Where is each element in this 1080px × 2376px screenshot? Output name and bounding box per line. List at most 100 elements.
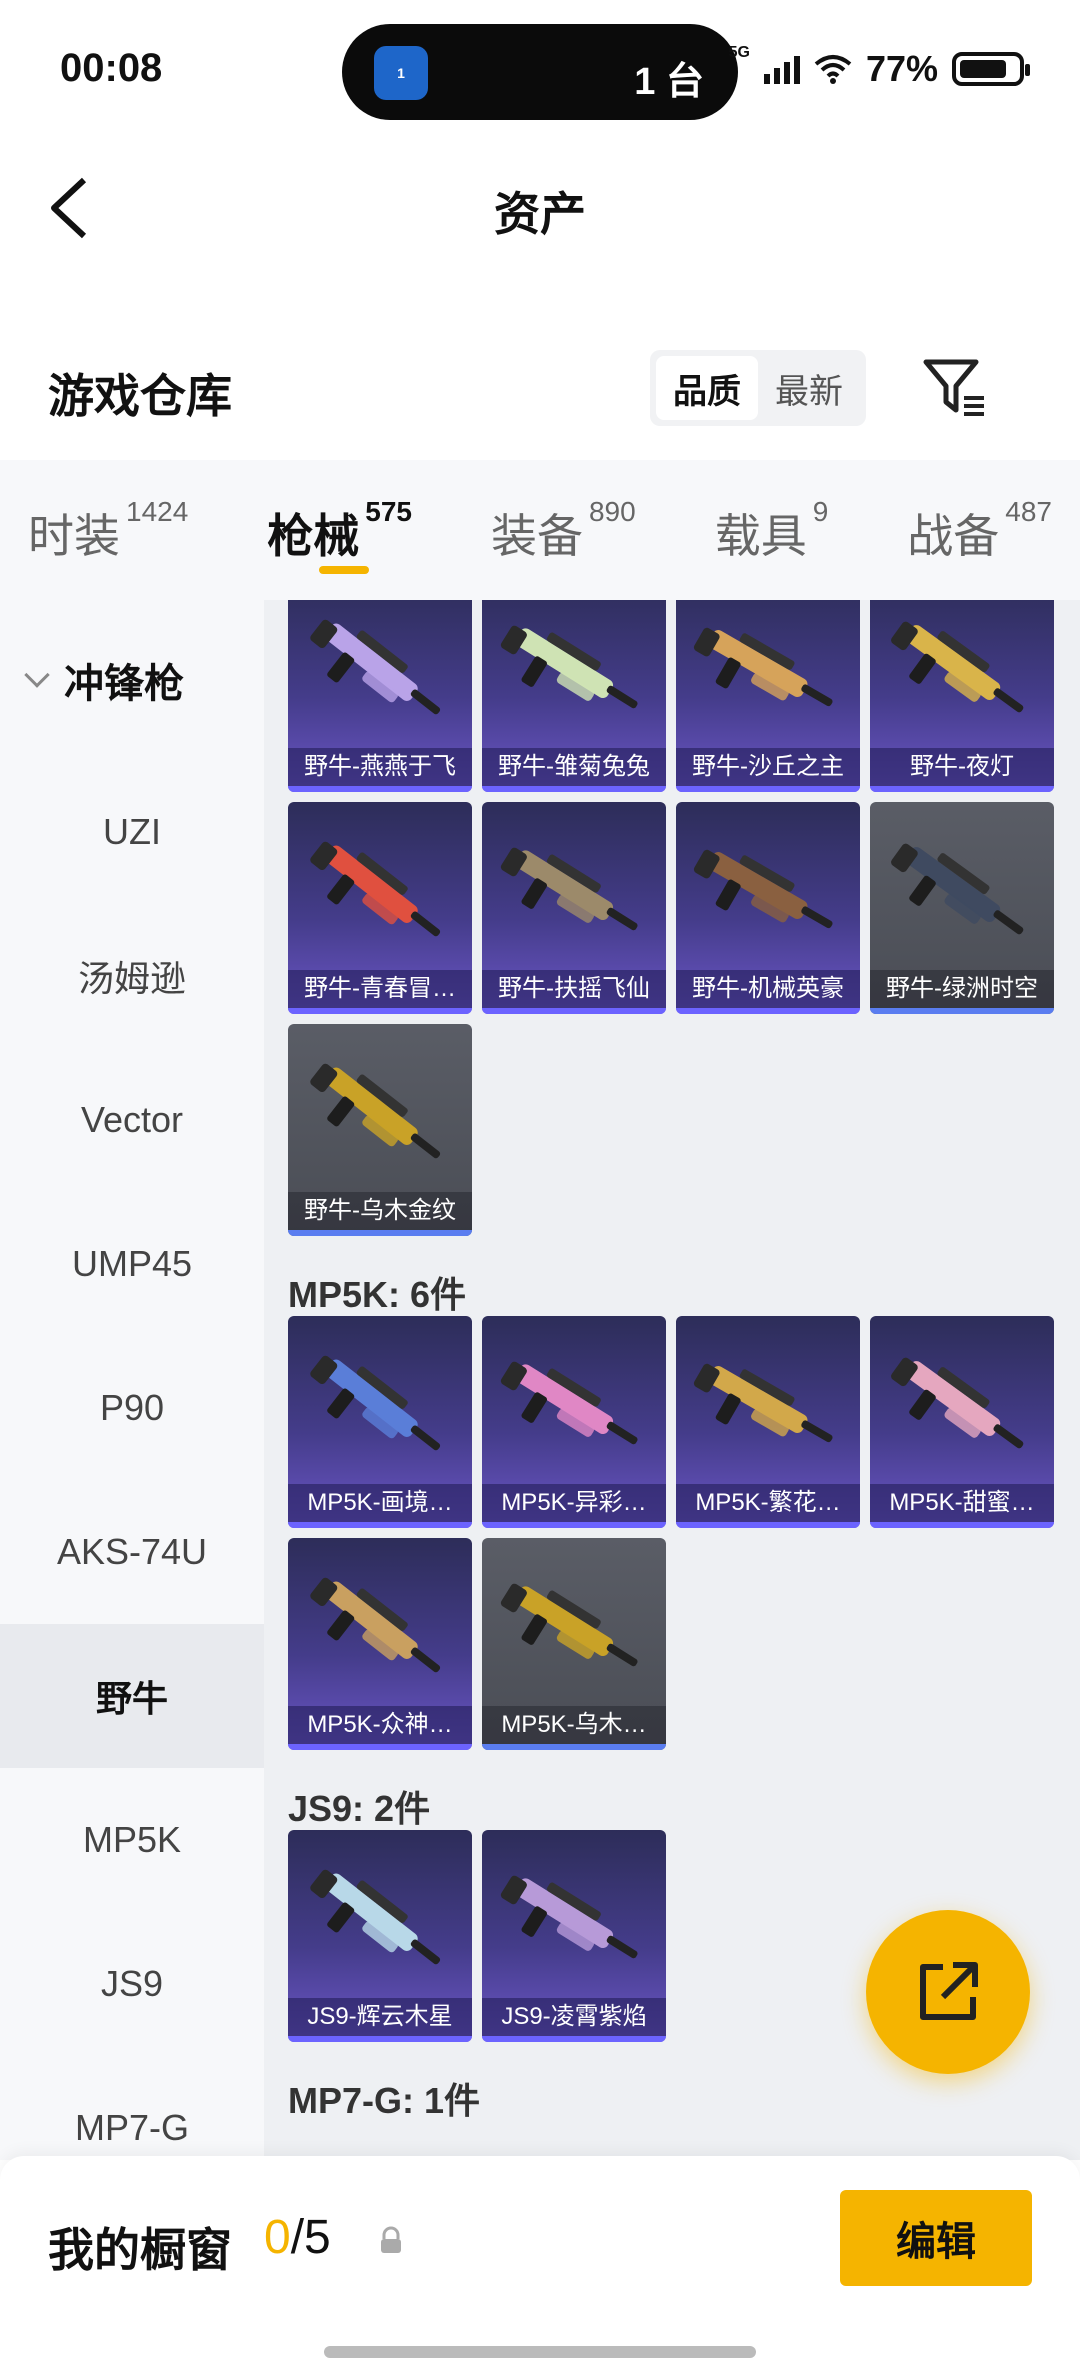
rarity-bar — [676, 1008, 860, 1014]
skin-card[interactable]: 野牛-燕燕于飞 — [288, 600, 472, 792]
skin-name: MP5K-甜蜜… — [870, 1484, 1054, 1522]
rarity-bar — [482, 2036, 666, 2042]
rarity-bar — [288, 1522, 472, 1528]
share-button[interactable] — [866, 1910, 1030, 2074]
section-title: MP5K: 6件 — [288, 1274, 467, 1315]
rarity-bar — [482, 786, 666, 792]
warehouse-title: 游戏仓库 — [48, 370, 232, 422]
battery-icon — [952, 52, 1030, 86]
skin-name: 野牛-扶摇飞仙 — [482, 970, 666, 1008]
tab-label: 枪械 — [267, 510, 360, 562]
sidebar-item-js9[interactable]: JS9 — [0, 1912, 264, 2056]
skin-grid: MP5K-画境… MP5K-异彩… MP5K-繁花… MP5K-甜蜜… MP5K… — [288, 1316, 1054, 1750]
sidebar-item-p90[interactable]: P90 — [0, 1336, 264, 1480]
rarity-bar — [676, 1522, 860, 1528]
tab-count: 1424 — [126, 496, 189, 527]
network-type: 5G — [728, 44, 750, 61]
showcase-bar: 我的橱窗 0/5 编辑 — [0, 2156, 1080, 2376]
sidebar-item-thompson[interactable]: 汤姆逊 — [0, 904, 264, 1048]
skin-card[interactable]: 野牛-绿洲时空 — [870, 802, 1054, 1014]
skin-card[interactable]: JS9-辉云木星 — [288, 1830, 472, 2042]
sidebar-group-smg[interactable]: 冲锋枪 — [0, 600, 264, 760]
sidebar-item-ump45[interactable]: UMP45 — [0, 1192, 264, 1336]
page-title: 资产 — [494, 188, 586, 240]
skin-name: MP5K-繁花… — [676, 1484, 860, 1522]
rarity-bar — [288, 786, 472, 792]
skin-card[interactable]: 野牛-乌木金纹 — [288, 1024, 472, 1236]
tab-count: 890 — [588, 496, 636, 527]
section-title: MP7-G: 1件 — [288, 2080, 481, 2121]
weapon-type-sidebar: 冲锋枪 UZI 汤姆逊 Vector UMP45 P90 AKS-74U 野牛 … — [0, 600, 264, 2160]
weapon-image — [693, 849, 833, 929]
signal-icon — [763, 54, 800, 84]
showcase-count: 0/5 — [264, 2210, 331, 2265]
tab-count: 487 — [1005, 496, 1052, 527]
weapon-image — [500, 847, 638, 931]
filter-icon[interactable] — [920, 356, 990, 420]
skin-card[interactable]: MP5K-繁花… — [676, 1316, 860, 1528]
skin-card[interactable]: 野牛-扶摇飞仙 — [482, 802, 666, 1014]
sort-quality[interactable]: 品质 — [656, 356, 758, 420]
skin-card[interactable]: MP5K-异彩… — [482, 1316, 666, 1528]
tab-label: 时装 — [28, 510, 120, 562]
status-bar: 00:08 1 1 台 5G 77% — [0, 0, 1080, 140]
skin-name: 野牛-沙丘之主 — [676, 748, 860, 786]
sort-latest[interactable]: 最新 — [758, 356, 860, 420]
weapon-image — [500, 1875, 638, 1959]
rarity-bar — [288, 2036, 472, 2042]
skin-card[interactable]: MP5K-众神… — [288, 1538, 472, 1750]
skin-card[interactable]: MP5K-画境… — [288, 1316, 472, 1528]
tab-label: 载具 — [714, 510, 807, 562]
weapon-image — [891, 843, 1024, 935]
sidebar-item-mp5k[interactable]: MP5K — [0, 1768, 264, 1912]
island-text: 1 台 — [634, 61, 704, 103]
skin-name: 野牛-夜灯 — [870, 748, 1054, 786]
skin-name: JS9-辉云木星 — [288, 1998, 472, 2036]
sidebar-item-aks74u[interactable]: AKS-74U — [0, 1480, 264, 1624]
tab-count: 575 — [365, 496, 412, 527]
weapon-image — [500, 1361, 638, 1445]
skin-card[interactable]: JS9-凌霄紫焰 — [482, 1830, 666, 2042]
weapon-image — [891, 1357, 1024, 1449]
weapon-image — [310, 1355, 441, 1451]
showcase-total: /5 — [290, 2211, 331, 2264]
weapon-image — [693, 627, 833, 707]
skin-card[interactable]: MP5K-甜蜜… — [870, 1316, 1054, 1528]
skin-card[interactable]: 野牛-雏菊兔兔 — [482, 600, 666, 792]
skin-card[interactable]: 野牛-沙丘之主 — [676, 600, 860, 792]
rarity-bar — [482, 1744, 666, 1750]
skin-name: MP5K-乌木… — [482, 1706, 666, 1744]
weapon-image — [310, 841, 441, 937]
rarity-bar — [676, 786, 860, 792]
skin-card[interactable]: 野牛-青春冒… — [288, 802, 472, 1014]
home-indicator[interactable] — [324, 2346, 756, 2358]
dynamic-island[interactable]: 1 1 台 — [342, 24, 738, 120]
skin-card[interactable]: 野牛-夜灯 — [870, 600, 1054, 792]
rarity-bar — [482, 1008, 666, 1014]
skin-name: MP5K-画境… — [288, 1484, 472, 1522]
skin-card[interactable]: MP5K-乌木… — [482, 1538, 666, 1750]
sidebar-item-mp7g[interactable]: MP7-G — [0, 2056, 264, 2160]
skin-card[interactable]: 野牛-机械英豪 — [676, 802, 860, 1014]
skin-name: JS9-凌霄紫焰 — [482, 1998, 666, 2036]
skin-name: 野牛-燕燕于飞 — [288, 748, 472, 786]
sort-toggle[interactable]: 品质 最新 — [650, 350, 866, 426]
rarity-bar — [288, 1744, 472, 1750]
lock-icon — [381, 2226, 401, 2253]
status-icons: 5G 77% — [729, 44, 1030, 90]
tab-fashion[interactable]: 时装 1424 — [28, 460, 188, 600]
tab-guns[interactable]: 枪械 575 — [267, 460, 412, 600]
sidebar-item-bizon[interactable]: 野牛 — [0, 1624, 264, 1768]
edit-button[interactable]: 编辑 — [840, 2190, 1032, 2286]
share-external-icon — [920, 1962, 978, 2020]
sidebar-item-vector[interactable]: Vector — [0, 1048, 264, 1192]
sidebar-item-uzi[interactable]: UZI — [0, 760, 264, 904]
rarity-bar — [288, 1008, 472, 1014]
island-app-icon: 1 — [374, 46, 428, 100]
tab-equipment[interactable]: 装备 890 — [491, 460, 636, 600]
tab-supplies[interactable]: 战备 487 — [907, 460, 1052, 600]
tab-vehicles[interactable]: 载具 9 — [715, 460, 829, 600]
wifi-icon — [814, 55, 852, 84]
weapon-image — [310, 1577, 441, 1673]
sidebar-group-label: 冲锋枪 — [64, 662, 184, 706]
